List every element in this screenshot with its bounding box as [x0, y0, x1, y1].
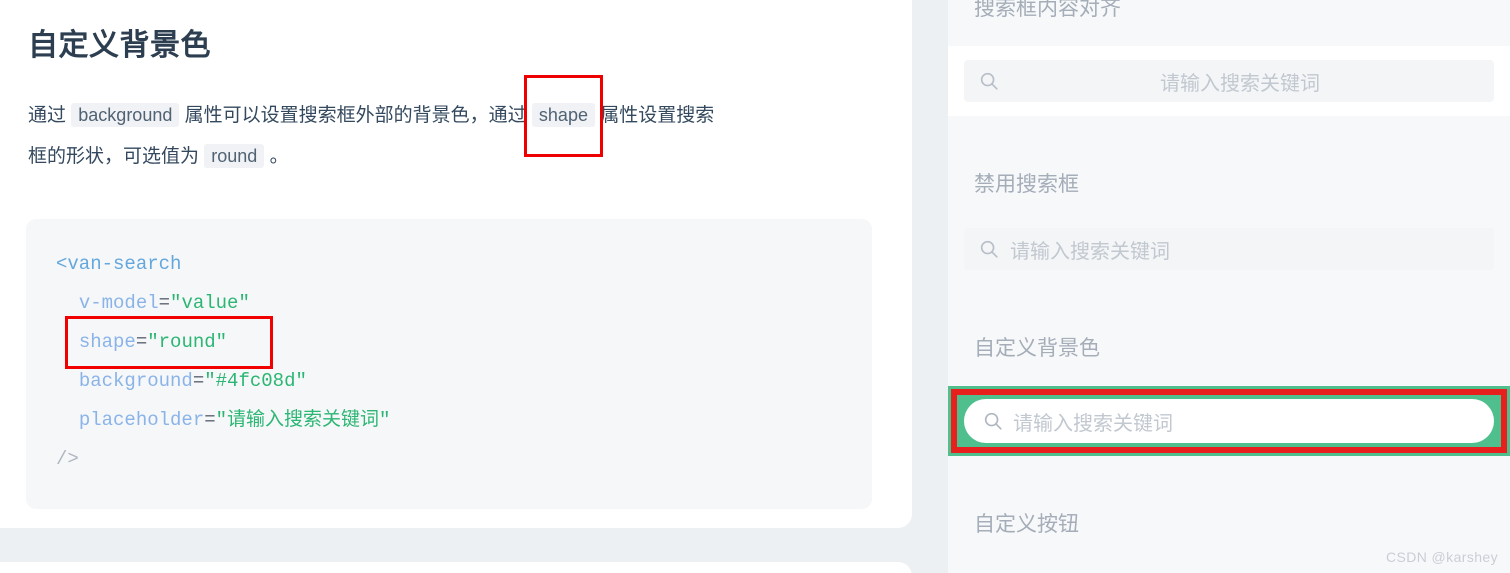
doc-paragraph: 通过 background 属性可以设置搜索框外部的背景色，通过 shape 属…: [28, 75, 872, 177]
code-token-string: "value": [170, 292, 250, 314]
code-line: <van-search: [56, 245, 842, 284]
code-token-attr: placeholder: [78, 409, 205, 431]
paragraph-text-3: 属性设置搜索: [594, 105, 715, 126]
paragraph-text-4: 框的形状，可选值为: [28, 146, 205, 167]
search-input-disabled: 请输入搜索关键词: [964, 228, 1494, 270]
section-title-button: 自定义按钮: [974, 513, 1079, 536]
search-demo-custom-background: 请输入搜索关键词: [948, 386, 1510, 456]
code-token-tag-close: />: [56, 448, 79, 470]
column-gutter: [912, 0, 948, 573]
paragraph-text-1: 通过: [28, 105, 72, 126]
page-root: 自定义背景色 通过 background 属性可以设置搜索框外部的背景色，通过 …: [0, 0, 1510, 573]
search-placeholder-align: 请输入搜索关键词: [1160, 72, 1320, 95]
search-demo-align: 请输入搜索关键词: [948, 46, 1510, 116]
code-token-string: "round": [147, 331, 228, 353]
code-token-string: "请输入搜索关键词": [215, 409, 391, 431]
code-token-attr: background: [78, 370, 193, 392]
inline-code-shape: shape: [531, 103, 595, 127]
inline-code-round: round: [204, 144, 265, 168]
code-block: <van-search v-model="value" shape="round…: [26, 219, 872, 509]
search-icon: [982, 410, 1004, 432]
doc-card: 自定义背景色 通过 background 属性可以设置搜索框外部的背景色，通过 …: [0, 0, 912, 528]
search-input-round[interactable]: 请输入搜索关键词: [964, 399, 1494, 443]
code-line: v-model="value": [56, 284, 842, 323]
search-input-align[interactable]: 请输入搜索关键词: [964, 60, 1494, 102]
code-token-operator: =: [192, 370, 205, 392]
code-token-attr: v-model: [78, 292, 159, 314]
section-title-align: 搜索框内容对齐: [974, 0, 1121, 20]
section-title-background: 自定义背景色: [974, 337, 1100, 360]
code-token-operator: =: [135, 331, 148, 353]
shape-highlight-box: shape: [523, 75, 604, 157]
doc-card-next: [0, 562, 912, 573]
page-title: 自定义背景色: [28, 29, 211, 62]
shape-attribute-highlight-box: shape="round": [64, 316, 274, 369]
code-token-operator: =: [204, 409, 216, 431]
demo-preview-panel: 搜索框内容对齐 请输入搜索关键词 禁用搜索框 请输入搜索关键词 自定义背景色 请…: [948, 0, 1510, 573]
code-token-operator: =: [158, 292, 171, 314]
search-icon: [978, 238, 1000, 260]
code-line-highlighted: shape="round": [56, 316, 842, 369]
code-line: />: [56, 440, 842, 479]
inline-code-background: background: [71, 103, 180, 127]
paragraph-text-5: 。: [264, 146, 289, 167]
section-title-disabled: 禁用搜索框: [974, 173, 1079, 196]
code-line: background="#4fc08d": [56, 362, 842, 401]
paragraph-text-2: 属性可以设置搜索框外部的背景色，通过: [179, 105, 532, 126]
search-icon: [978, 70, 1000, 92]
code-token-tag-open: <van-search: [56, 253, 182, 275]
code-token-string: "#4fc08d": [204, 370, 307, 392]
search-demo-disabled: 请输入搜索关键词: [948, 218, 1510, 280]
code-token-attr: shape: [78, 331, 136, 353]
search-placeholder-round: 请输入搜索关键词: [1013, 412, 1173, 435]
documentation-column: 自定义背景色 通过 background 属性可以设置搜索框外部的背景色，通过 …: [0, 0, 912, 573]
code-line: placeholder="请输入搜索关键词": [56, 401, 842, 440]
search-placeholder-disabled: 请输入搜索关键词: [1010, 240, 1170, 263]
watermark: CSDN @karshey: [1386, 549, 1498, 565]
